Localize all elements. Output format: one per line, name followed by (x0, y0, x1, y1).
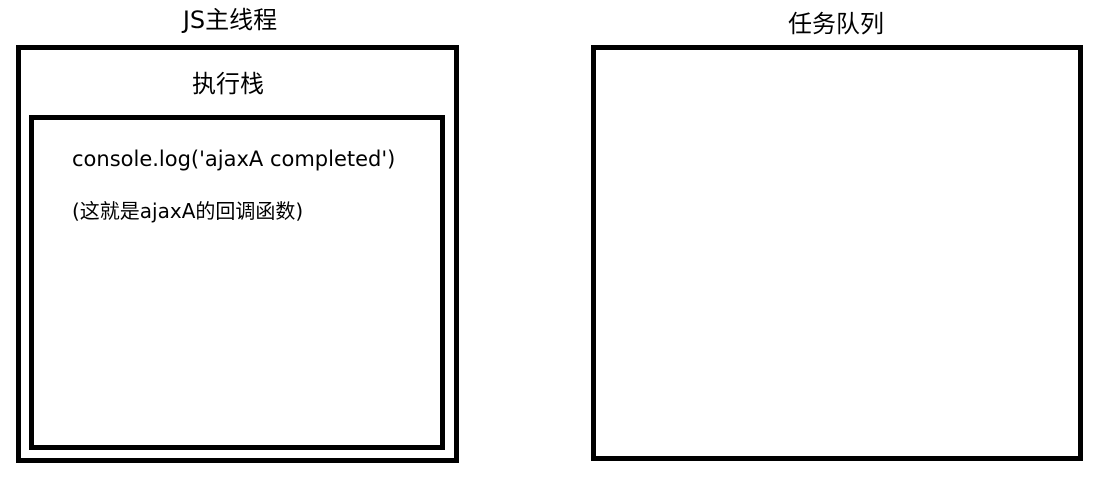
callback-note: (这就是ajaxA的回调函数) (72, 199, 304, 223)
task-queue-box (591, 45, 1083, 461)
main-thread-title: JS主线程 (182, 6, 278, 34)
callback-code-line: console.log('ajaxA completed') (72, 147, 396, 171)
execution-stack-title: 执行栈 (192, 70, 264, 98)
task-queue-title: 任务队列 (788, 10, 884, 38)
